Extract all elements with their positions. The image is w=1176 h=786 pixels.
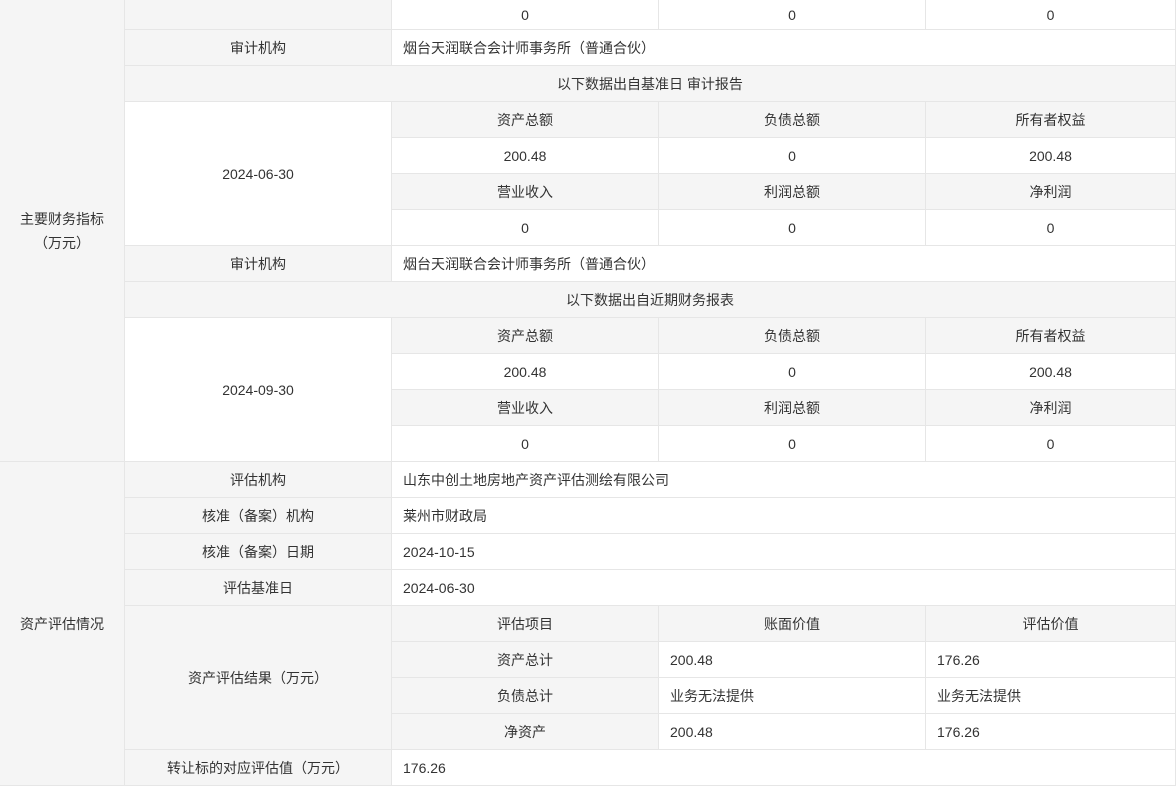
transfer-value-label: 转让标的对应评估值（万元）: [125, 750, 392, 786]
table-cell: 0: [659, 354, 926, 390]
result-book-value: 200.48: [659, 714, 926, 750]
table-cell: 0: [659, 138, 926, 174]
table-header-cell: 净利润: [926, 174, 1176, 210]
data-source-caption: 以下数据出自近期财务报表: [125, 282, 1176, 318]
table-cell: 200.48: [926, 138, 1176, 174]
audit-org-label: 审计机构: [125, 30, 392, 66]
table-header-cell: 资产总额: [392, 318, 659, 354]
approve-org-label: 核准（备案）机构: [125, 498, 392, 534]
result-appraised-value: 176.26: [926, 714, 1176, 750]
table-header-cell: 营业收入: [392, 390, 659, 426]
valuation-org-value: 山东中创土地房地产资产评估测绘有限公司: [392, 462, 1176, 498]
section-title-financial: 主要财务指标: [20, 210, 104, 227]
section-label-valuation: 资产评估情况: [0, 462, 125, 786]
table-header-cell: 利润总额: [659, 390, 926, 426]
transfer-value: 176.26: [392, 750, 1176, 786]
result-item: 资产总计: [392, 642, 659, 678]
table-header-cell: 评估项目: [392, 606, 659, 642]
table-header-cell: 所有者权益: [926, 318, 1176, 354]
table-cell: 0: [926, 0, 1176, 30]
result-appraised-value: 176.26: [926, 642, 1176, 678]
table-cell: 0: [926, 426, 1176, 462]
approve-date-label: 核准（备案）日期: [125, 534, 392, 570]
table-header-cell: 资产总额: [392, 102, 659, 138]
audit-org-label: 审计机构: [125, 246, 392, 282]
audit-org-value: 烟台天润联合会计师事务所（普通合伙）: [392, 246, 1176, 282]
valuation-org-label: 评估机构: [125, 462, 392, 498]
report-date: 2024-09-30: [125, 318, 392, 462]
section-title-valuation: 资产评估情况: [20, 615, 104, 632]
audit-org-value: 烟台天润联合会计师事务所（普通合伙）: [392, 30, 1176, 66]
table-cell: 200.48: [926, 354, 1176, 390]
table-header-cell: 净利润: [926, 390, 1176, 426]
result-appraised-value: 业务无法提供: [926, 678, 1176, 714]
table-header-cell: 所有者权益: [926, 102, 1176, 138]
result-book-value: 业务无法提供: [659, 678, 926, 714]
approve-org-value: 莱州市财政局: [392, 498, 1176, 534]
table-cell: 0: [926, 210, 1176, 246]
report-date: 2024-06-30: [125, 102, 392, 246]
table-header-cell: 负债总额: [659, 102, 926, 138]
table-header-cell: 负债总额: [659, 318, 926, 354]
table-cell: 200.48: [392, 354, 659, 390]
approve-date-value: 2024-10-15: [392, 534, 1176, 570]
valuation-result-label: 资产评估结果（万元）: [125, 606, 392, 750]
table-header-cell: 账面价值: [659, 606, 926, 642]
table-cell: 0: [392, 210, 659, 246]
table-cell: 200.48: [392, 138, 659, 174]
table-cell: 0: [659, 0, 926, 30]
data-source-caption: 以下数据出自基准日 审计报告: [125, 66, 1176, 102]
result-book-value: 200.48: [659, 642, 926, 678]
table-header-cell: 利润总额: [659, 174, 926, 210]
table-cell: 0: [392, 0, 659, 30]
blank-label-cell: [125, 0, 392, 30]
base-date-label: 评估基准日: [125, 570, 392, 606]
section-label-financial: 主要财务指标 （万元）: [0, 0, 125, 462]
table-cell: 0: [659, 426, 926, 462]
table-cell: 0: [392, 426, 659, 462]
detail-table: 主要财务指标 （万元） 0 0 0 审计机构 烟台天润联合会计师事务所（普通合伙…: [0, 0, 1176, 786]
base-date-value: 2024-06-30: [392, 570, 1176, 606]
table-header-cell: 营业收入: [392, 174, 659, 210]
result-item: 负债总计: [392, 678, 659, 714]
section-unit-financial: （万元）: [34, 234, 90, 251]
table-header-cell: 评估价值: [926, 606, 1176, 642]
result-item: 净资产: [392, 714, 659, 750]
table-cell: 0: [659, 210, 926, 246]
